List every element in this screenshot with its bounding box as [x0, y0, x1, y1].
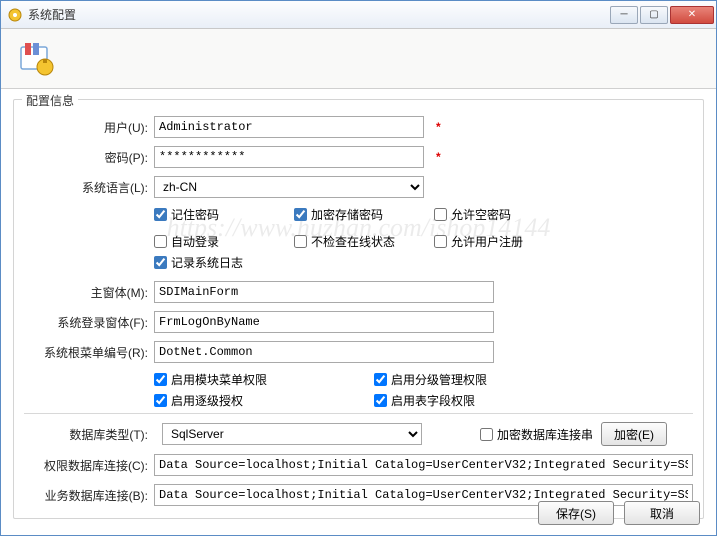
allowempty-checkbox[interactable]: [434, 208, 447, 221]
autologin-checkbox[interactable]: [154, 235, 167, 248]
logsystem-checkbox[interactable]: [154, 256, 167, 269]
cancel-button[interactable]: 取消: [624, 501, 700, 525]
modmenu-checkbox[interactable]: [154, 373, 167, 386]
close-button[interactable]: ✕: [670, 6, 714, 24]
window-title: 系统配置: [28, 6, 610, 23]
mainform-label: 主窗体(M):: [24, 284, 154, 301]
remember-checkbox[interactable]: [154, 208, 167, 221]
encryptconn-checkbox[interactable]: [480, 428, 493, 441]
language-label: 系统语言(L):: [24, 179, 154, 196]
password-input[interactable]: [154, 146, 424, 168]
config-icon: [15, 37, 59, 81]
allowregister-checkbox[interactable]: [434, 235, 447, 248]
encryptstore-checkbox[interactable]: [294, 208, 307, 221]
bizdb-label: 业务数据库连接(B):: [24, 487, 154, 504]
loginform-label: 系统登录窗体(F):: [24, 314, 154, 331]
remember-label: 记住密码: [171, 206, 219, 223]
user-label: 用户(U):: [24, 119, 154, 136]
app-icon: [7, 7, 23, 23]
permdb-input[interactable]: [154, 454, 693, 476]
required-mark: *: [436, 150, 441, 164]
required-mark: *: [436, 120, 441, 134]
header: [1, 29, 716, 89]
password-label: 密码(P):: [24, 149, 154, 166]
cascade-checkbox[interactable]: [154, 394, 167, 407]
divider: [24, 413, 693, 414]
user-input[interactable]: [154, 116, 424, 138]
encryptconn-label: 加密数据库连接串: [497, 426, 593, 443]
config-group: 配置信息 用户(U): * 密码(P): * 系统语言(L): zh-CN 记住…: [13, 99, 704, 519]
nocheckonline-label: 不检查在线状态: [311, 233, 395, 250]
nocheckonline-checkbox[interactable]: [294, 235, 307, 248]
rootmenu-label: 系统根菜单编号(R):: [24, 344, 154, 361]
language-select[interactable]: zh-CN: [154, 176, 424, 198]
maximize-button[interactable]: ▢: [640, 6, 668, 24]
cascade-label: 启用逐级授权: [171, 392, 243, 409]
tablefield-label: 启用表字段权限: [391, 392, 475, 409]
tablefield-checkbox[interactable]: [374, 394, 387, 407]
autologin-label: 自动登录: [171, 233, 219, 250]
mainform-input[interactable]: [154, 281, 494, 303]
allowregister-label: 允许用户注册: [451, 233, 523, 250]
permdb-label: 权限数据库连接(C):: [24, 457, 154, 474]
modmenu-label: 启用模块菜单权限: [171, 371, 267, 388]
group-title: 配置信息: [22, 92, 78, 109]
save-button[interactable]: 保存(S): [538, 501, 614, 525]
dbtype-select[interactable]: SqlServer: [162, 423, 422, 445]
grading-checkbox[interactable]: [374, 373, 387, 386]
grading-label: 启用分级管理权限: [391, 371, 487, 388]
dbtype-label: 数据库类型(T):: [24, 426, 154, 443]
allowempty-label: 允许空密码: [451, 206, 511, 223]
minimize-button[interactable]: ─: [610, 6, 638, 24]
rootmenu-input[interactable]: [154, 341, 494, 363]
titlebar: 系统配置 ─ ▢ ✕: [1, 1, 716, 29]
encrypt-button[interactable]: 加密(E): [601, 422, 667, 446]
logsystem-label: 记录系统日志: [171, 254, 243, 271]
loginform-input[interactable]: [154, 311, 494, 333]
encryptstore-label: 加密存储密码: [311, 206, 383, 223]
